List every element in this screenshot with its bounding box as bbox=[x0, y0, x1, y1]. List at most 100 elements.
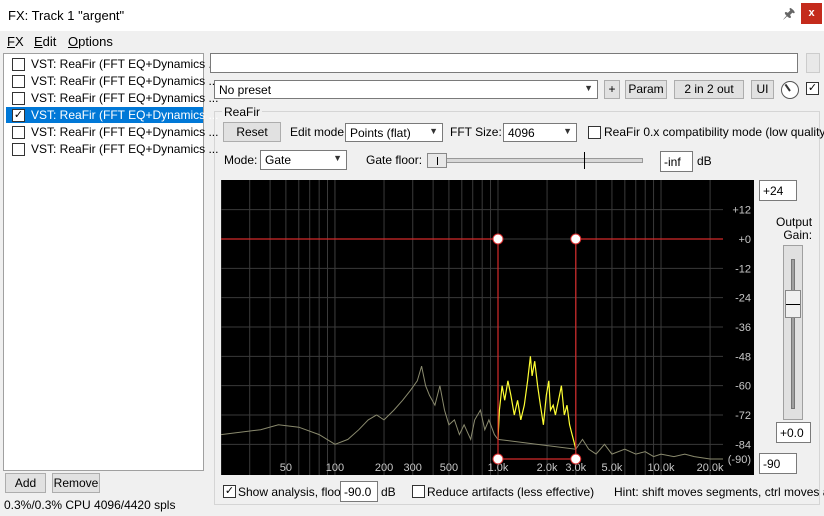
output-gain-label: Output Gain: bbox=[776, 215, 813, 242]
x-tick-label: 500 bbox=[440, 462, 458, 474]
menu-options[interactable]: Options bbox=[68, 34, 113, 49]
edit-mode-label: Edit mode: bbox=[290, 125, 348, 139]
menu-options-hotkey: O bbox=[68, 34, 79, 49]
fx-enable-checkbox[interactable] bbox=[12, 143, 25, 156]
y-tick-label: -24 bbox=[735, 293, 751, 305]
y-tick-label: -84 bbox=[735, 439, 751, 451]
fx-list-item[interactable]: VST: ReaFir (FFT EQ+Dynamics ... bbox=[6, 73, 218, 89]
output-gain-slider[interactable] bbox=[783, 245, 803, 420]
mode-dropdown[interactable]: Gate ▼ bbox=[260, 150, 347, 170]
reset-button[interactable]: Reset bbox=[223, 122, 281, 142]
compat-label: ReaFir 0.x compatibility mode (low quali… bbox=[604, 125, 824, 139]
fft-size-label: FFT Size: bbox=[450, 125, 502, 139]
fx-enable-checkbox[interactable] bbox=[12, 92, 25, 105]
output-gain-thumb[interactable] bbox=[785, 290, 801, 318]
fx-list-item[interactable]: VST: ReaFir (FFT EQ+Dynamics ... bbox=[6, 124, 218, 140]
chevron-down-icon: ▼ bbox=[584, 83, 593, 93]
preset-add-button[interactable]: + bbox=[604, 80, 620, 99]
x-tick-label: 20.0k bbox=[697, 462, 724, 474]
pin-routing-button[interactable]: 2 in 2 out bbox=[674, 80, 744, 99]
envelope-handle[interactable] bbox=[492, 453, 504, 465]
y-tick-label: -36 bbox=[735, 322, 751, 334]
analysis-floor-value[interactable]: -90.0 bbox=[340, 481, 378, 502]
fx-list-item-label: VST: ReaFir (FFT EQ+Dynamics ... bbox=[31, 74, 219, 88]
fx-name-field[interactable] bbox=[210, 53, 798, 73]
pin-icon[interactable]: 🖈 bbox=[779, 3, 799, 25]
fx-chain-list[interactable]: VST: ReaFir (FFT EQ+Dynamics ... VST: Rea… bbox=[3, 53, 218, 471]
menu-edit-label: dit bbox=[42, 34, 57, 49]
x-tick-label: 50 bbox=[280, 462, 292, 474]
y-tick-label: (-90) bbox=[728, 454, 751, 466]
close-button[interactable]: x bbox=[801, 3, 822, 24]
fx-enable-checkbox[interactable]: ✓ bbox=[806, 82, 819, 95]
gate-floor-unit: dB bbox=[697, 154, 712, 168]
envelope-handle[interactable] bbox=[570, 233, 582, 245]
edit-mode-value: Points (flat) bbox=[350, 126, 411, 140]
x-tick-label: 10.0k bbox=[648, 462, 675, 474]
x-tick-label: 300 bbox=[404, 462, 422, 474]
show-analysis-label: Show analysis, floor: bbox=[238, 485, 349, 499]
add-fx-button[interactable]: Add bbox=[5, 473, 46, 493]
analysis-spectrum-passband bbox=[497, 356, 577, 450]
fx-list-item[interactable]: ✓ VST: ReaFir (FFT EQ+Dynamics ... bbox=[6, 107, 218, 123]
gate-floor-slider[interactable] bbox=[425, 152, 653, 169]
x-tick-label: 2.0k bbox=[537, 462, 558, 474]
y-tick-label: +0 bbox=[738, 234, 751, 246]
fx-list-item-label: VST: ReaFir (FFT EQ+Dynamics ... bbox=[31, 57, 219, 71]
x-tick-label: 5.0k bbox=[602, 462, 623, 474]
gate-floor-value[interactable]: -inf bbox=[660, 151, 693, 172]
y-tick-label: +12 bbox=[732, 205, 751, 217]
title-bar: FX: Track 1 "argent" 🖈 x bbox=[0, 0, 824, 31]
y-tick-label: -60 bbox=[735, 381, 751, 393]
window-title: FX: Track 1 "argent" bbox=[8, 8, 125, 23]
fx-enable-checkbox[interactable] bbox=[12, 58, 25, 71]
fx-enable-checkbox[interactable]: ✓ bbox=[12, 109, 25, 122]
show-analysis-checkbox[interactable]: ✓ bbox=[223, 485, 236, 498]
menu-fx-hotkey: F bbox=[7, 34, 15, 49]
frequency-response-graph[interactable]: +12 +0 -12 -24 -36 -48 -60 -72 -84 (-90) 50 100 200 3… bbox=[221, 180, 754, 475]
analysis-floor-unit: dB bbox=[381, 485, 396, 499]
cpu-status: 0.3%/0.3% CPU 4096/4420 spls bbox=[4, 498, 176, 512]
y-tick-label: -12 bbox=[735, 263, 751, 275]
compat-checkbox[interactable] bbox=[588, 126, 601, 139]
fft-size-value: 4096 bbox=[508, 126, 535, 140]
y-tick-label: -48 bbox=[735, 351, 751, 363]
preset-dropdown[interactable]: No preset ▼ bbox=[214, 80, 598, 99]
mode-value: Gate bbox=[265, 153, 292, 167]
gate-floor-label: Gate floor: bbox=[366, 153, 423, 167]
group-title: ReaFir bbox=[222, 105, 263, 119]
reduce-artifacts-label: Reduce artifacts (less effective) bbox=[427, 485, 595, 499]
menu-fx[interactable]: FX bbox=[7, 34, 24, 49]
preset-value: No preset bbox=[219, 83, 272, 97]
remove-fx-button[interactable]: Remove bbox=[52, 473, 100, 493]
slider-thumb[interactable] bbox=[427, 153, 447, 168]
fft-size-dropdown[interactable]: 4096 ▼ bbox=[503, 123, 577, 142]
x-tick-label: 100 bbox=[326, 462, 344, 474]
y-tick-label: -72 bbox=[735, 410, 751, 422]
fx-list-item-label: VST: ReaFir (FFT EQ+Dynamics ... bbox=[31, 91, 219, 105]
param-button[interactable]: Param bbox=[625, 80, 667, 99]
reduce-artifacts-checkbox[interactable] bbox=[412, 485, 425, 498]
range-top-value[interactable]: +24 bbox=[759, 180, 797, 201]
edit-mode-dropdown[interactable]: Points (flat) ▼ bbox=[345, 123, 443, 142]
chevron-down-icon: ▼ bbox=[563, 126, 572, 136]
range-bottom-value[interactable]: -90 bbox=[759, 453, 797, 474]
menu-edit[interactable]: Edit bbox=[34, 34, 56, 49]
fx-list-item[interactable]: VST: ReaFir (FFT EQ+Dynamics ... bbox=[6, 90, 218, 106]
analysis-spectrum-outside bbox=[221, 365, 723, 460]
fx-enable-checkbox[interactable] bbox=[12, 126, 25, 139]
menu-options-label: ptions bbox=[78, 34, 113, 49]
side-strip bbox=[806, 53, 820, 73]
hint-text: Hint: shift moves segments, ctrl moves a… bbox=[614, 485, 824, 499]
output-gain-value[interactable]: +0.0 bbox=[776, 422, 811, 443]
fx-enable-checkbox[interactable] bbox=[12, 75, 25, 88]
fx-list-item[interactable]: VST: ReaFir (FFT EQ+Dynamics ... bbox=[6, 56, 218, 72]
wet-knob-icon[interactable] bbox=[781, 81, 799, 99]
ui-button[interactable]: UI bbox=[751, 80, 774, 99]
fx-list-item[interactable]: VST: ReaFir (FFT EQ+Dynamics ... bbox=[6, 141, 218, 157]
envelope-handle[interactable] bbox=[570, 453, 582, 465]
gate-envelope-line bbox=[221, 238, 723, 460]
fx-list-item-label: VST: ReaFir (FFT EQ+Dynamics ... bbox=[31, 108, 219, 122]
mode-label: Mode: bbox=[224, 153, 258, 167]
envelope-handle[interactable] bbox=[492, 233, 504, 245]
